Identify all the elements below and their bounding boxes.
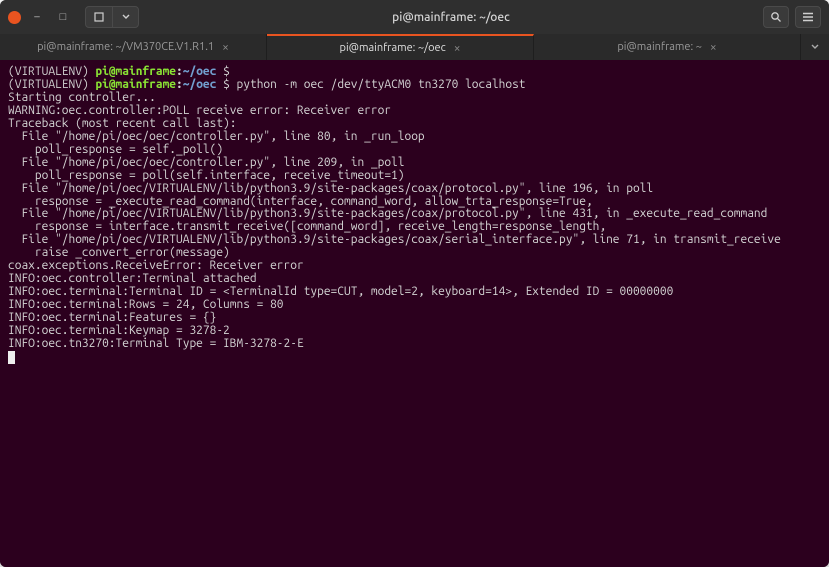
close-icon[interactable]: × bbox=[454, 42, 461, 55]
tab-menu-button[interactable] bbox=[801, 34, 829, 60]
tab-1[interactable]: pi@mainframe: ~/oec × bbox=[267, 34, 534, 60]
close-icon[interactable]: × bbox=[710, 41, 717, 54]
tab-label: pi@mainframe: ~ bbox=[617, 41, 702, 53]
window-title: pi@mainframe: ~/oec bbox=[139, 11, 763, 24]
close-icon[interactable]: × bbox=[222, 41, 229, 54]
tab-label: pi@mainframe: ~/oec bbox=[340, 42, 446, 54]
search-button[interactable] bbox=[763, 6, 789, 28]
maximize-icon[interactable]: □ bbox=[53, 7, 73, 27]
chevron-down-icon bbox=[811, 44, 819, 50]
minimize-icon[interactable]: – bbox=[27, 7, 47, 27]
new-tab-button[interactable] bbox=[86, 7, 112, 27]
close-icon[interactable] bbox=[8, 11, 21, 24]
hamburger-icon bbox=[802, 12, 814, 22]
new-tab-icon bbox=[94, 12, 104, 22]
terminal-line: INFO:oec.tn3270:Terminal Type = IBM-3278… bbox=[8, 338, 821, 351]
tab-label: pi@mainframe: ~/VM370CE.V1.R1.1 bbox=[37, 41, 214, 53]
tab-2[interactable]: pi@mainframe: ~ × bbox=[534, 34, 801, 60]
menu-button[interactable] bbox=[795, 6, 821, 28]
terminal-window: – □ pi@mainframe: ~/oec bbox=[0, 0, 829, 567]
new-tab-split-group bbox=[85, 6, 139, 28]
window-controls-right bbox=[763, 6, 821, 28]
new-tab-dropdown[interactable] bbox=[112, 7, 138, 27]
tabstrip: pi@mainframe: ~/VM370CE.V1.R1.1 × pi@mai… bbox=[0, 34, 829, 60]
chevron-down-icon bbox=[122, 14, 130, 20]
tab-0[interactable]: pi@mainframe: ~/VM370CE.V1.R1.1 × bbox=[0, 34, 267, 60]
titlebar: – □ pi@mainframe: ~/oec bbox=[0, 0, 829, 34]
search-icon bbox=[770, 11, 782, 23]
cursor-block bbox=[8, 351, 15, 364]
window-controls-left: – □ bbox=[8, 6, 139, 28]
terminal-cursor-line bbox=[8, 351, 821, 365]
terminal-viewport[interactable]: (VIRTUALENV) pi@mainframe:~/oec $ (VIRTU… bbox=[0, 60, 829, 567]
